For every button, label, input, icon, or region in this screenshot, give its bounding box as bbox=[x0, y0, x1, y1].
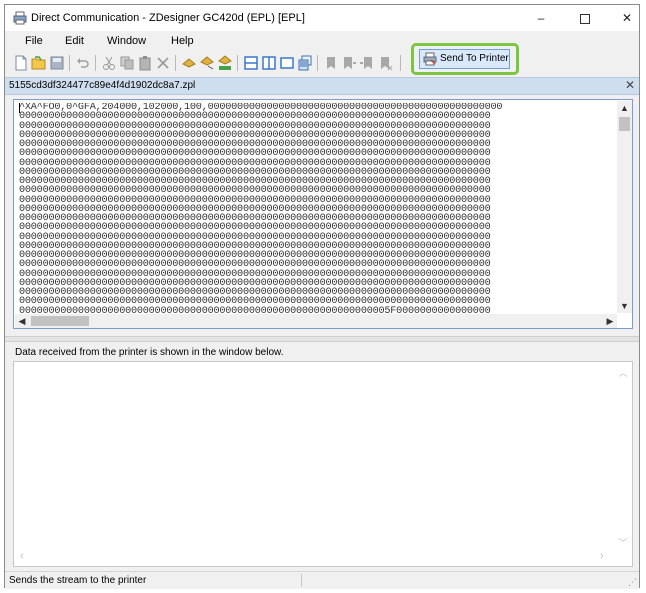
menu-window[interactable]: Window bbox=[107, 35, 146, 47]
split-horizontal-icon[interactable] bbox=[243, 55, 259, 71]
toolbar-separator bbox=[317, 55, 318, 71]
scroll-right-icon[interactable]: ▶ bbox=[603, 314, 617, 328]
send-to-printer-highlight: Send To Printer bbox=[411, 43, 519, 75]
delete-icon[interactable] bbox=[155, 55, 171, 71]
find-icon[interactable] bbox=[181, 55, 197, 71]
open-folder-icon[interactable] bbox=[31, 55, 47, 71]
vertical-scroll-thumb[interactable] bbox=[619, 117, 630, 131]
send-to-printer-button[interactable]: Send To Printer bbox=[419, 49, 510, 69]
window-title: Direct Communication - ZDesigner GC420d … bbox=[31, 12, 305, 24]
document-filename: 5155cd3df324477c89e4f4d1902dc8a7.zpl bbox=[9, 80, 196, 91]
minimize-icon: – bbox=[537, 11, 545, 25]
toolbar-separator bbox=[237, 55, 238, 71]
horizontal-scroll-thumb[interactable] bbox=[31, 316, 89, 326]
new-file-icon[interactable] bbox=[13, 55, 29, 71]
maximize-button[interactable] bbox=[563, 5, 607, 31]
minimize-button[interactable]: – bbox=[519, 5, 563, 31]
status-text: Sends the stream to the printer bbox=[9, 575, 147, 586]
previous-bookmark-icon[interactable] bbox=[359, 55, 375, 71]
menu-help[interactable]: Help bbox=[171, 35, 194, 47]
scroll-down-icon[interactable]: ▼ bbox=[617, 299, 632, 313]
menu-edit[interactable]: Edit bbox=[65, 35, 84, 47]
replace-icon[interactable] bbox=[217, 55, 233, 71]
next-bookmark-icon[interactable] bbox=[341, 55, 357, 71]
toolbar-separator bbox=[400, 55, 401, 71]
send-to-printer-label: Send To Printer bbox=[440, 53, 509, 64]
bookmark-icon[interactable] bbox=[323, 55, 339, 71]
editor-line: 0000000000000000000000000000000000000000… bbox=[19, 305, 491, 313]
close-document-icon[interactable]: ✕ bbox=[625, 78, 635, 92]
save-icon[interactable] bbox=[49, 55, 65, 71]
scroll-left-icon[interactable]: ◀ bbox=[15, 314, 29, 328]
menu-file[interactable]: File bbox=[25, 35, 43, 47]
find-next-icon[interactable] bbox=[199, 55, 215, 71]
close-window-button[interactable]: ✕ bbox=[605, 5, 646, 31]
toolbar-separator bbox=[69, 55, 70, 71]
close-icon: ✕ bbox=[621, 11, 633, 25]
document-tab[interactable]: 5155cd3df324477c89e4f4d1902dc8a7.zpl ✕ bbox=[5, 77, 639, 95]
copy-icon[interactable] bbox=[119, 55, 135, 71]
direct-communication-window: Direct Communication - ZDesigner GC420d … bbox=[4, 4, 640, 589]
toolbar-separator bbox=[175, 55, 176, 71]
scroll-up-icon[interactable]: ▲ bbox=[617, 101, 632, 115]
printer-app-icon bbox=[13, 11, 27, 25]
status-bar: Sends the stream to the printer ⋰ bbox=[5, 571, 639, 589]
resize-grip-icon[interactable]: ⋰ bbox=[628, 577, 637, 588]
response-horizontal-scrollbar[interactable]: ‹ › bbox=[16, 550, 616, 564]
printer-send-icon bbox=[423, 52, 437, 66]
received-data-label: Data received from the printer is shown … bbox=[15, 347, 284, 358]
paste-icon[interactable] bbox=[137, 55, 153, 71]
response-scroll-down-icon[interactable]: ﹀ bbox=[616, 536, 630, 549]
single-pane-icon[interactable] bbox=[279, 55, 295, 71]
response-scroll-left-icon[interactable]: ‹ bbox=[20, 550, 24, 562]
text-caret bbox=[19, 103, 20, 113]
status-separator bbox=[301, 574, 302, 587]
response-scroll-right-icon[interactable]: › bbox=[600, 550, 604, 562]
response-scroll-up-icon[interactable]: ︿ bbox=[616, 366, 630, 379]
cut-icon[interactable] bbox=[101, 55, 117, 71]
toolbar: Send To Printer bbox=[5, 43, 639, 76]
split-vertical-icon[interactable] bbox=[261, 55, 277, 71]
maximize-icon bbox=[580, 13, 590, 24]
response-vertical-scrollbar[interactable]: ︿ ﹀ bbox=[616, 364, 630, 550]
editor-horizontal-scrollbar[interactable]: ◀ ▶ bbox=[15, 314, 617, 328]
clear-bookmarks-icon[interactable] bbox=[377, 55, 393, 71]
pane-splitter[interactable] bbox=[5, 336, 639, 342]
editor-text-area[interactable]: ^XA^FO0,0^GFA,204000,102000,100,00000000… bbox=[19, 103, 619, 313]
title-bar[interactable]: Direct Communication - ZDesigner GC420d … bbox=[5, 5, 639, 31]
menu-bar: File Edit Window Help bbox=[5, 32, 639, 50]
zpl-editor[interactable]: ^XA^FO0,0^GFA,204000,102000,100,00000000… bbox=[13, 99, 633, 329]
undo-icon[interactable] bbox=[75, 55, 91, 71]
toolbar-separator bbox=[95, 55, 96, 71]
printer-response-box[interactable]: ︿ ﹀ ‹ › bbox=[13, 361, 633, 567]
editor-vertical-scrollbar[interactable]: ▲ ▼ bbox=[617, 101, 632, 313]
window-list-icon[interactable] bbox=[297, 55, 313, 71]
